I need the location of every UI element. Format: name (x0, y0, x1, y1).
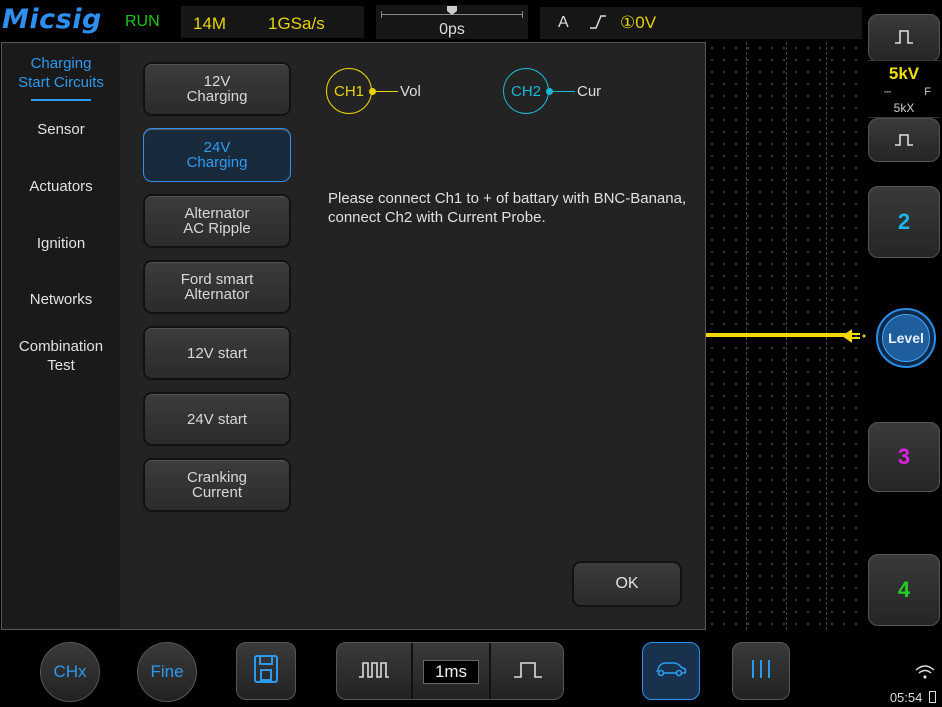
fine-button[interactable]: Fine (137, 642, 197, 702)
ok-button[interactable]: OK (572, 561, 682, 607)
chx-button[interactable]: CHx (40, 642, 100, 702)
ch1-signal-label: Vol (400, 82, 421, 100)
test-24v-start-button[interactable]: 24V start (143, 392, 291, 446)
pulse-wide-icon (511, 661, 545, 684)
trigger-rising-edge-icon (588, 13, 608, 36)
ch1-probe-diagram: CH1 Vol (326, 68, 421, 114)
auto-test-dialog: Charging Start Circuits Sensor Actuators… (1, 42, 706, 630)
ch3-button[interactable]: 3 (868, 422, 940, 492)
test-12v-start-button[interactable]: 12V start (143, 326, 291, 380)
top-status-bar: Micsig RUN 14M 1GSa/s 0ps A ①0V (0, 0, 866, 42)
level-knob[interactable]: Level (876, 308, 936, 368)
auto-test-button[interactable] (642, 642, 700, 700)
trigger-info[interactable]: A ①0V (540, 7, 862, 39)
memory-depth: 14M (193, 14, 227, 33)
sidebar-item-combination-test[interactable]: Combination Test (2, 337, 120, 375)
ch1-coupling-button[interactable] (868, 14, 940, 62)
pulse-icon (893, 25, 915, 51)
save-icon (253, 654, 279, 689)
pulse-narrow-icon (357, 661, 391, 684)
sidebar-item-charging-start-circuits[interactable]: Charging Start Circuits (2, 54, 120, 92)
test-12v-charging-button[interactable]: 12V Charging (143, 62, 291, 116)
save-button[interactable] (236, 642, 296, 700)
ch2-probe-diagram: CH2 Cur (503, 68, 601, 114)
timebase-decrease-button[interactable] (337, 643, 411, 701)
category-sidebar: Charging Start Circuits Sensor Actuators… (2, 43, 120, 629)
ch1-probe-ratio: 5kX (893, 101, 915, 115)
ch2-signal-label: Cur (577, 82, 602, 100)
trigger-source: A (558, 14, 569, 31)
ch1-probe-badge: CH1 (326, 68, 372, 114)
sidebar-item-sensor[interactable]: Sensor (2, 120, 120, 139)
car-icon (654, 659, 688, 684)
dc-coupling-icon: ⎓ (884, 87, 892, 97)
test-cranking-current-button[interactable]: Cranking Current (143, 458, 291, 512)
ch2-button[interactable]: 2 (868, 186, 940, 258)
ch1-trace (706, 333, 846, 337)
active-tab-underline (31, 99, 91, 101)
timebase-increase-button[interactable] (491, 643, 565, 701)
timebase-value: 1ms (423, 660, 479, 684)
ch1-bandwidth: F (924, 86, 931, 98)
ch1-volts-per-div: 5kV (888, 64, 920, 83)
sidebar-item-ignition[interactable]: Ignition (2, 234, 120, 253)
ch4-button[interactable]: 4 (868, 554, 940, 626)
time-offset: 0ps (439, 21, 465, 38)
battery-icon (929, 691, 936, 703)
connection-instructions: Please connect Ch1 to + of battary with … (328, 190, 687, 226)
ch1-invert-button[interactable] (868, 118, 940, 162)
trigger-level-arrow-icon[interactable] (840, 326, 866, 351)
cursor-lines-icon (749, 658, 773, 685)
level-label: Level (882, 314, 930, 362)
brand-logo: Micsig (2, 4, 102, 35)
sidebar-item-actuators[interactable]: Actuators (2, 177, 120, 196)
system-clock: 05:54 (890, 690, 936, 705)
ch1-settings-card[interactable]: 5kV ⎓ F 5kX (868, 60, 940, 118)
sample-rate: 1GSa/s (268, 14, 325, 33)
ch2-probe-badge: CH2 (503, 68, 549, 114)
test-24v-charging-button[interactable]: 24V Charging (143, 128, 291, 182)
test-alternator-ac-ripple-button[interactable]: Alternator AC Ripple (143, 194, 291, 248)
sidebar-item-networks[interactable]: Networks (2, 290, 120, 309)
horizontal-position[interactable]: 0ps (376, 5, 528, 39)
trigger-level: ①0V (620, 13, 657, 32)
pulse-icon (893, 127, 915, 153)
test-ford-smart-alternator-button[interactable]: Ford smart Alternator (143, 260, 291, 314)
cursor-button[interactable] (732, 642, 790, 700)
run-status[interactable]: RUN (125, 13, 160, 31)
wifi-icon (914, 664, 936, 685)
timebase-control: 1ms (336, 642, 564, 700)
